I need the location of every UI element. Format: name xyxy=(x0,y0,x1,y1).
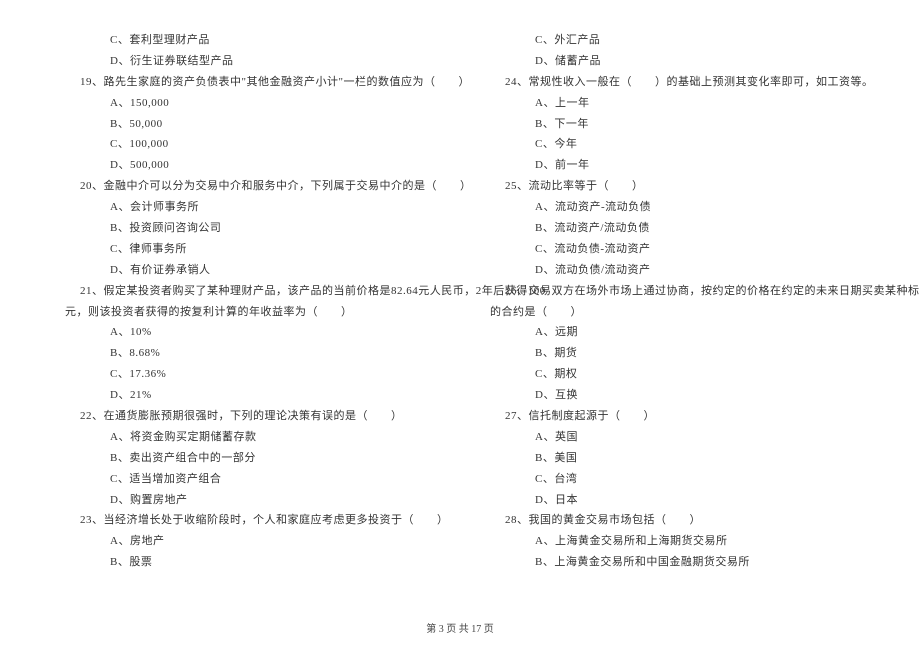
page-footer: 第 3 页 共 17 页 xyxy=(0,620,920,635)
option-text: B、上海黄金交易所和中国金融期货交易所 xyxy=(475,552,870,573)
question-23: 23、当经济增长处于收缩阶段时，个人和家庭应考虑更多投资于（ ） xyxy=(50,510,445,531)
page-content: C、套利型理财产品 D、衍生证券联结型产品 19、路先生家庭的资产负债表中"其他… xyxy=(0,0,920,593)
option-text: B、期货 xyxy=(475,343,870,364)
option-text: A、上海黄金交易所和上海期货交易所 xyxy=(475,531,870,552)
question-20: 20、金融中介可以分为交易中介和服务中介，下列属于交易中介的是（ ） xyxy=(50,176,445,197)
option-text: D、衍生证券联结型产品 xyxy=(50,51,445,72)
question-21-line1: 21、假定某投资者购买了某种理财产品，该产品的当前价格是82.64元人民币，2年… xyxy=(50,281,445,302)
option-text: D、前一年 xyxy=(475,155,870,176)
option-text: A、10% xyxy=(50,322,445,343)
option-text: D、21% xyxy=(50,385,445,406)
option-text: A、150,000 xyxy=(50,93,445,114)
option-text: B、流动资产/流动负债 xyxy=(475,218,870,239)
question-25: 25、流动比率等于（ ） xyxy=(475,176,870,197)
option-text: A、远期 xyxy=(475,322,870,343)
option-text: B、50,000 xyxy=(50,114,445,135)
option-text: A、会计师事务所 xyxy=(50,197,445,218)
option-text: C、台湾 xyxy=(475,469,870,490)
question-26-line2: 的合约是（ ） xyxy=(475,302,870,323)
question-28: 28、我国的黄金交易市场包括（ ） xyxy=(475,510,870,531)
option-text: C、套利型理财产品 xyxy=(50,30,445,51)
option-text: C、适当增加资产组合 xyxy=(50,469,445,490)
option-text: B、股票 xyxy=(50,552,445,573)
option-text: B、8.68% xyxy=(50,343,445,364)
option-text: B、美国 xyxy=(475,448,870,469)
question-24: 24、常规性收入一般在（ ）的基础上预测其变化率即可，如工资等。 xyxy=(475,72,870,93)
option-text: D、有价证券承销人 xyxy=(50,260,445,281)
option-text: C、流动负债-流动资产 xyxy=(475,239,870,260)
option-text: A、房地产 xyxy=(50,531,445,552)
option-text: D、日本 xyxy=(475,490,870,511)
question-19: 19、路先生家庭的资产负债表中"其他金融资产小计"一栏的数值应为（ ） xyxy=(50,72,445,93)
option-text: C、律师事务所 xyxy=(50,239,445,260)
option-text: C、100,000 xyxy=(50,134,445,155)
option-text: C、17.36% xyxy=(50,364,445,385)
question-22: 22、在通货膨胀预期很强时，下列的理论决策有误的是（ ） xyxy=(50,406,445,427)
option-text: D、500,000 xyxy=(50,155,445,176)
question-26-line1: 26、交易双方在场外市场上通过协商，按约定的价格在约定的未来日期买卖某种标的金融… xyxy=(475,281,870,302)
option-text: D、储蓄产品 xyxy=(475,51,870,72)
option-text: D、流动负债/流动资产 xyxy=(475,260,870,281)
option-text: D、互换 xyxy=(475,385,870,406)
left-column: C、套利型理财产品 D、衍生证券联结型产品 19、路先生家庭的资产负债表中"其他… xyxy=(50,30,445,573)
question-27: 27、信托制度起源于（ ） xyxy=(475,406,870,427)
option-text: D、购置房地产 xyxy=(50,490,445,511)
option-text: C、外汇产品 xyxy=(475,30,870,51)
option-text: A、流动资产-流动负债 xyxy=(475,197,870,218)
option-text: A、英国 xyxy=(475,427,870,448)
question-21-line2: 元，则该投资者获得的按复利计算的年收益率为（ ） xyxy=(50,302,445,323)
right-column: C、外汇产品 D、储蓄产品 24、常规性收入一般在（ ）的基础上预测其变化率即可… xyxy=(475,30,870,573)
option-text: A、上一年 xyxy=(475,93,870,114)
option-text: C、今年 xyxy=(475,134,870,155)
option-text: B、下一年 xyxy=(475,114,870,135)
option-text: B、投资顾问咨询公司 xyxy=(50,218,445,239)
option-text: C、期权 xyxy=(475,364,870,385)
option-text: A、将资金购买定期储蓄存款 xyxy=(50,427,445,448)
option-text: B、卖出资产组合中的一部分 xyxy=(50,448,445,469)
